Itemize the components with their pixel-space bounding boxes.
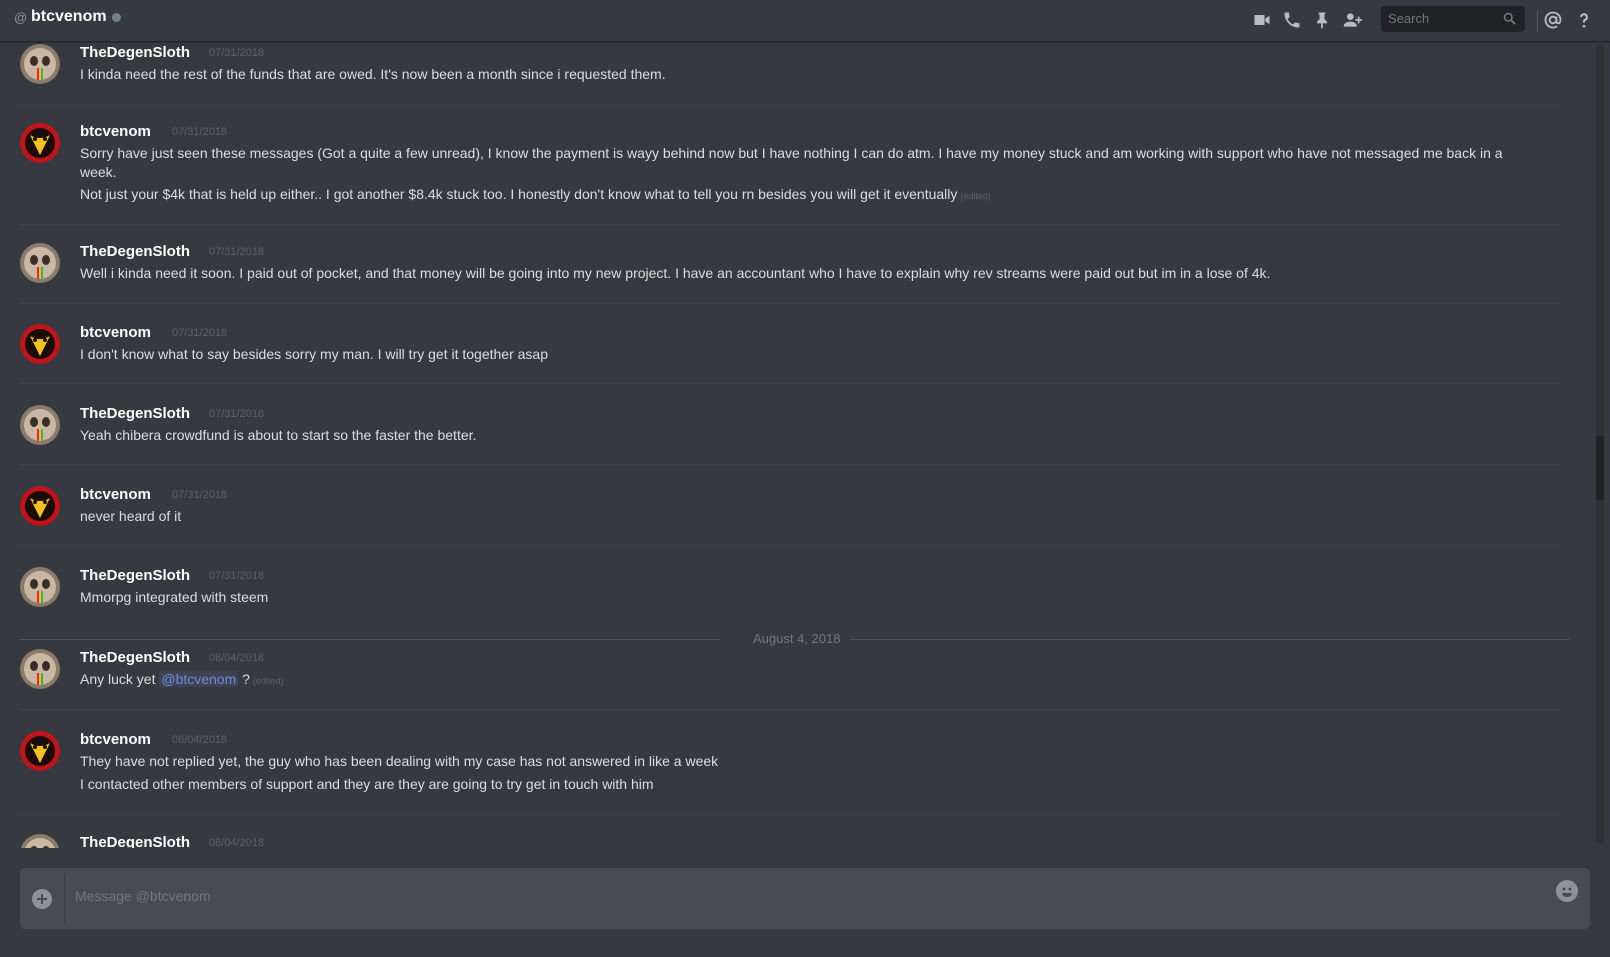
avatar[interactable] xyxy=(20,243,60,283)
avatar[interactable] xyxy=(20,834,60,848)
avatar[interactable] xyxy=(20,123,60,163)
message-username[interactable]: TheDegenSloth xyxy=(80,44,190,61)
message-username[interactable]: TheDegenSloth xyxy=(80,405,190,422)
message-timestamp: 07/31/2018 xyxy=(172,489,228,501)
upload-plus-icon[interactable] xyxy=(32,889,52,909)
message-separator xyxy=(20,464,1560,465)
message-username[interactable]: TheDegenSloth xyxy=(80,243,190,260)
help-icon[interactable] xyxy=(1574,10,1594,30)
message-list[interactable]: TheDegenSloth 07/31/2018 I kinda need th… xyxy=(0,42,1596,848)
user-mention[interactable]: @btcvenom xyxy=(159,671,239,687)
message-text: They have not replied yet, the guy who h… xyxy=(80,753,719,769)
message-separator xyxy=(20,105,1560,106)
message-timestamp: 07/31/2018 xyxy=(209,246,265,258)
mentions-icon[interactable] xyxy=(1543,10,1563,30)
message-separator xyxy=(20,383,1560,384)
message-text: I don't know what to say besides sorry m… xyxy=(80,346,548,362)
message-timestamp: 07/31/2018 xyxy=(172,126,228,138)
message-timestamp: 08/04/2018 xyxy=(209,837,265,848)
message-username[interactable]: btcvenom xyxy=(80,123,151,140)
message-separator xyxy=(20,814,1560,815)
divider-line xyxy=(20,639,720,640)
search-placeholder: Search xyxy=(1388,11,1430,26)
avatar[interactable] xyxy=(20,567,60,607)
phone-call-icon[interactable] xyxy=(1282,10,1302,30)
message-timestamp: 07/31/2018 xyxy=(209,47,265,59)
message-separator xyxy=(20,224,1560,225)
video-call-icon[interactable] xyxy=(1252,10,1272,30)
message-text: Well i kinda need it soon. I paid out of… xyxy=(80,265,1271,281)
message-text: Mmorpg integrated with steem xyxy=(80,589,269,605)
channel-title: btcvenom xyxy=(31,8,107,25)
avatar[interactable] xyxy=(20,649,60,689)
message-text: Any luck yet xyxy=(80,671,160,687)
message-username[interactable]: btcvenom xyxy=(80,486,151,503)
message-separator xyxy=(20,545,1560,546)
message-text: Sorry have just seen these messages (Got… xyxy=(80,145,1503,161)
message-timestamp: 08/04/2018 xyxy=(209,652,265,664)
edited-marker: (edited) xyxy=(960,191,991,201)
message-username[interactable]: TheDegenSloth xyxy=(80,567,190,584)
message-separator xyxy=(20,709,1560,710)
message-timestamp: 08/04/2018 xyxy=(172,734,228,746)
avatar[interactable] xyxy=(20,324,60,364)
status-indicator xyxy=(112,13,121,22)
message-text: ? xyxy=(238,671,250,687)
dm-at-icon: @ xyxy=(14,10,28,25)
emoji-picker-icon[interactable] xyxy=(1556,880,1578,902)
date-divider-label: August 4, 2018 xyxy=(753,631,841,646)
message-timestamp: 07/31/2018 xyxy=(209,408,265,420)
message-timestamp: 07/31/2018 xyxy=(209,570,265,582)
message-text-edited: Not just your $4k that is held up either… xyxy=(80,186,991,202)
message-text: Yeah chibera crowdfund is about to start… xyxy=(80,427,477,443)
message-text: I kinda need the rest of the funds that … xyxy=(80,66,666,82)
message-text: week. xyxy=(80,164,117,180)
divider-line xyxy=(850,639,1570,640)
message-composer[interactable]: Message @btcvenom xyxy=(20,868,1590,929)
message-timestamp: 07/31/2018 xyxy=(172,327,228,339)
message-text: I contacted other members of support and… xyxy=(80,776,654,792)
header-divider xyxy=(1537,10,1538,32)
message-username[interactable]: TheDegenSloth xyxy=(80,834,190,848)
message-username[interactable]: btcvenom xyxy=(80,324,151,341)
message-username[interactable]: btcvenom xyxy=(80,731,151,748)
date-divider: August 4, 2018 xyxy=(20,631,1570,646)
add-friend-icon[interactable] xyxy=(1342,10,1362,30)
search-input[interactable]: Search xyxy=(1381,6,1525,32)
channel-header: @ btcvenom Search xyxy=(0,0,1610,42)
avatar[interactable] xyxy=(20,44,60,84)
message-input[interactable]: Message @btcvenom xyxy=(75,888,211,904)
edited-marker: (edited) xyxy=(252,676,284,686)
message-separator xyxy=(20,303,1560,304)
avatar[interactable] xyxy=(20,486,60,526)
pin-icon[interactable] xyxy=(1312,10,1332,30)
message-text: Not just your $4k that is held up either… xyxy=(80,186,958,202)
message-text-with-mention: Any luck yet @btcvenom ? (edited) xyxy=(80,671,284,687)
avatar[interactable] xyxy=(20,731,60,771)
search-icon xyxy=(1502,11,1517,26)
message-text: never heard of it xyxy=(80,508,182,524)
composer-divider xyxy=(64,873,65,924)
avatar[interactable] xyxy=(20,405,60,445)
scrollbar-thumb[interactable] xyxy=(1596,436,1604,500)
message-username[interactable]: TheDegenSloth xyxy=(80,649,190,666)
